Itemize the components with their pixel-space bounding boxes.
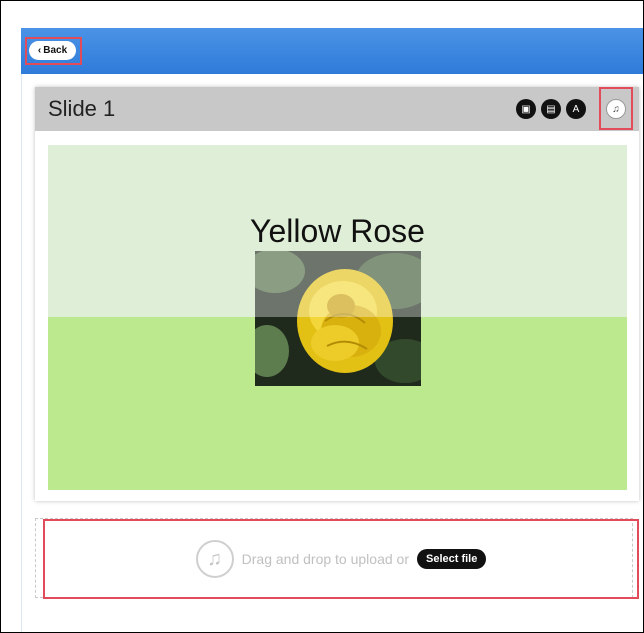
rose-photo[interactable] <box>255 251 421 386</box>
slide-heading[interactable]: Yellow Rose <box>48 213 627 250</box>
rose-image <box>255 251 421 386</box>
slide-canvas[interactable]: Yellow Rose <box>48 145 627 490</box>
upload-highlight-box <box>43 519 639 599</box>
editor-content: Slide 1 ▣ ▤ A ♫ Yellow Rose ♫ Drag and d… <box>21 74 643 632</box>
audio-highlight-box <box>599 87 633 130</box>
slide-card: Slide 1 ▣ ▤ A ♫ Yellow Rose <box>35 87 639 501</box>
image-icon[interactable]: ▣ <box>516 99 536 119</box>
text-icon[interactable]: A <box>566 99 586 119</box>
slide-title: Slide 1 <box>48 96 116 121</box>
back-highlight-box <box>25 37 82 65</box>
app-window: ‹ Back Slide 1 ▣ ▤ A ♫ Yellow Rose ♫ Dra… <box>0 0 644 633</box>
slide-header: Slide 1 ▣ ▤ A ♫ <box>35 87 639 131</box>
top-bar: ‹ Back <box>21 28 643 74</box>
video-icon[interactable]: ▤ <box>541 99 561 119</box>
